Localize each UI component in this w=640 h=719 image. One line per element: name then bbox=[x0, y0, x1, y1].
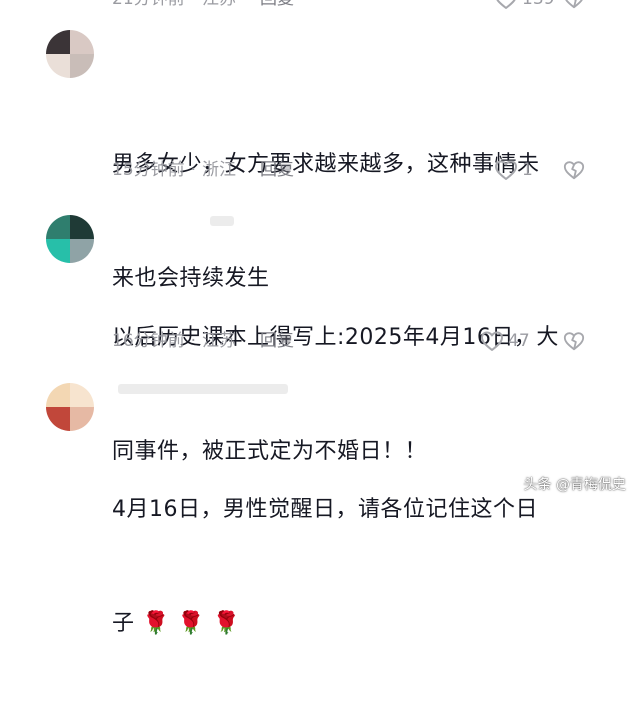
comment-meta: 16分钟前 · 江苏 回复 bbox=[112, 329, 294, 353]
reply-button[interactable]: 回复 bbox=[260, 329, 294, 353]
comment-time: 16分钟前 bbox=[112, 331, 185, 351]
avatar[interactable] bbox=[46, 383, 94, 431]
reply-button[interactable]: 回复 bbox=[260, 0, 294, 11]
comment-text-line-with-emoji: 子 🌹 🌹 🌹 bbox=[112, 605, 592, 643]
like-count: 1 bbox=[522, 160, 533, 180]
rose-emoji-icon: 🌹 bbox=[142, 611, 170, 636]
avatar[interactable] bbox=[46, 30, 94, 78]
heart-outline-icon bbox=[494, 0, 518, 10]
comment-text-line: 子 bbox=[112, 611, 135, 636]
comment-location: 江苏 bbox=[202, 0, 236, 11]
like-button[interactable]: 1 bbox=[494, 158, 533, 182]
comment-text-line: 4月16日，男性觉醒日，请各位记住这个日 bbox=[112, 497, 538, 522]
comment-text: 4月16日，男性觉醒日，请各位记住这个日 子 🌹 🌹 🌹 bbox=[112, 415, 592, 719]
broken-heart-icon[interactable] bbox=[563, 0, 585, 10]
broken-heart-icon[interactable] bbox=[563, 330, 585, 352]
reply-button[interactable]: 回复 bbox=[260, 158, 294, 182]
meta-separator: · bbox=[190, 160, 197, 180]
like-count: 139 bbox=[522, 0, 554, 11]
meta-separator: · bbox=[191, 0, 196, 11]
comment-meta: 21分钟前 · 江苏 回复 bbox=[112, 0, 294, 11]
rose-emoji-icon: 🌹 bbox=[212, 611, 241, 636]
rose-emoji-icon: 🌹 bbox=[177, 611, 206, 636]
like-button[interactable]: 47 bbox=[480, 329, 530, 353]
avatar[interactable] bbox=[46, 215, 94, 263]
heart-outline-icon bbox=[494, 159, 518, 181]
comment-meta: 15分钟前 · 浙江 回复 bbox=[112, 158, 294, 182]
comment-location: 江苏 bbox=[202, 331, 237, 351]
username-blurred bbox=[210, 216, 234, 226]
comment-time: 21分钟前 bbox=[112, 0, 185, 11]
watermark: 头条 @青梅侃史 bbox=[523, 477, 626, 493]
comment-time: 15分钟前 bbox=[112, 160, 185, 180]
username-blurred bbox=[118, 384, 288, 394]
meta-separator: · bbox=[190, 331, 197, 351]
heart-outline-icon bbox=[480, 330, 504, 352]
comment-location: 浙江 bbox=[202, 160, 237, 180]
broken-heart-icon[interactable] bbox=[563, 159, 585, 181]
like-count: 47 bbox=[508, 331, 530, 351]
like-button[interactable]: 139 bbox=[494, 0, 554, 11]
